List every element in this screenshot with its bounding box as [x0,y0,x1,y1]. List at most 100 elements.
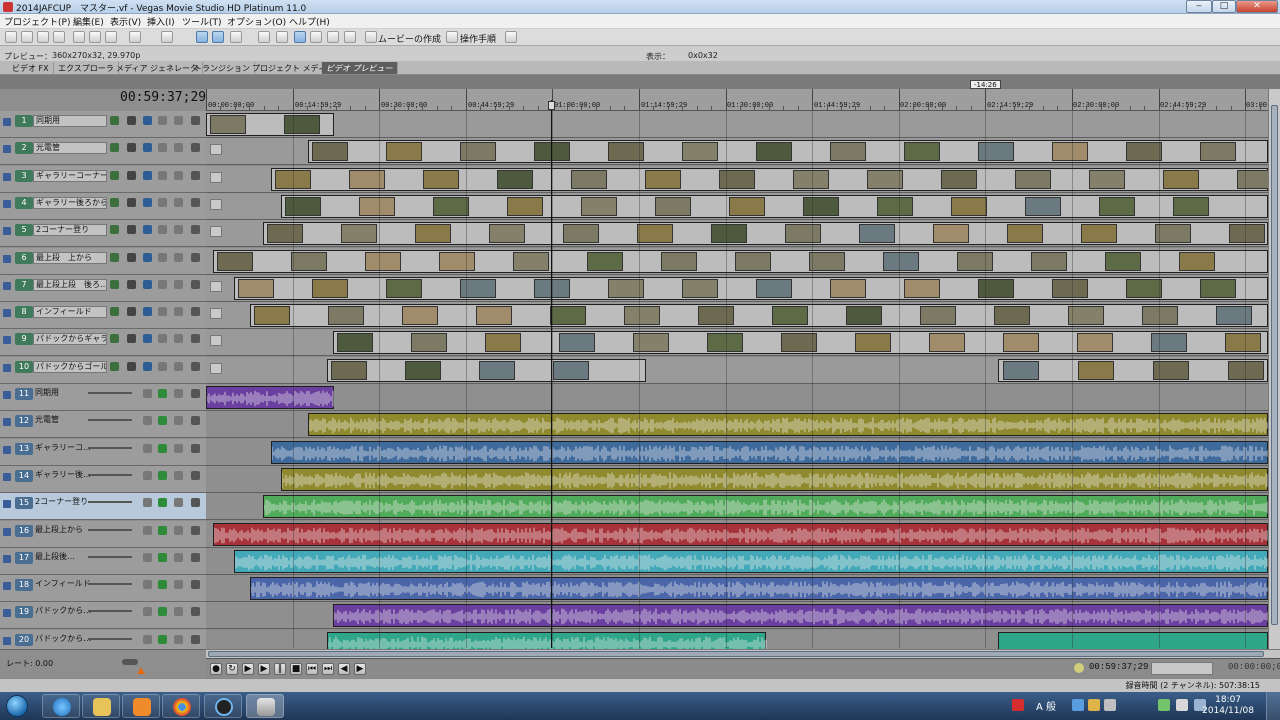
track-header[interactable]: 3 ギャラリーコーナー [0,165,206,193]
fx-icon[interactable] [158,443,167,453]
redo-icon[interactable] [161,31,173,43]
track-name[interactable]: 最上段後… [33,552,107,564]
track-lane[interactable] [206,493,1268,521]
motion-icon[interactable] [143,334,152,344]
mute-icon[interactable] [158,334,167,344]
mute-icon[interactable] [158,361,167,371]
volume-slider[interactable] [88,555,132,558]
fx-icon[interactable] [110,225,119,235]
vertical-scrollbar[interactable] [1268,89,1280,649]
clock[interactable]: 18:07 2014/11/08 [1202,695,1254,717]
track-grip-icon[interactable] [3,500,11,509]
track-grip-icon[interactable] [3,554,11,563]
media-clip[interactable] [998,358,1268,382]
make-movie-icon[interactable] [365,31,377,43]
solo-icon[interactable] [174,279,183,289]
track-header[interactable]: 9パドックからギャラリー [0,329,206,357]
menu-icon[interactable] [191,389,200,398]
track-header[interactable]: 10 パドックからゴール [0,356,206,384]
close-button[interactable]: ✕ [1236,0,1278,13]
track-grip-icon[interactable] [3,145,11,154]
menu-help[interactable]: ヘルプ(H) [289,15,330,28]
track-header[interactable]: 15 2コーナー登り [0,493,206,521]
media-clip[interactable] [308,140,1268,164]
go-to-end-icon[interactable]: ⏭ [322,663,334,675]
track-lane[interactable] [206,575,1268,603]
track-header[interactable]: 4 ギャラリー後ろから [0,192,206,220]
selection-tool-icon[interactable] [230,31,242,43]
volume-slider[interactable] [88,501,132,504]
menu-insert[interactable]: 挿入(I) [147,15,175,28]
media-clip[interactable] [333,604,1268,628]
menu-icon[interactable] [191,443,200,453]
menu-icon[interactable] [191,470,200,480]
track-name[interactable]: 同期用 [33,388,107,400]
ignore-grouping-icon[interactable] [327,31,339,43]
playhead-cursor[interactable] [551,100,552,648]
guide-button[interactable]: 操作手順 [460,32,496,45]
track-lane[interactable] [206,520,1268,548]
auto-crossfade-icon[interactable] [276,31,288,43]
solo-icon[interactable] [174,252,183,262]
solo-icon[interactable] [174,416,183,426]
fx-icon[interactable] [158,470,167,480]
tab-video-preview[interactable]: ビデオ プレビュー [322,62,398,74]
composite-icon[interactable] [127,116,136,125]
fx-icon[interactable] [110,252,119,262]
go-to-start-icon[interactable]: ⏮ [306,663,318,675]
make-movie-button[interactable]: ムービーの作成 [378,32,441,45]
guide-icon[interactable] [446,31,458,43]
fx-icon[interactable] [158,416,167,426]
track-lane[interactable] [206,220,1268,248]
media-clip[interactable] [308,413,1268,437]
track-name[interactable]: 同期用 [33,115,107,127]
solo-icon[interactable] [174,607,183,617]
mute-icon[interactable] [143,416,152,426]
fx-icon[interactable] [110,116,119,125]
menu-view[interactable]: 表示(V) [110,15,141,28]
composite-icon[interactable] [127,279,136,289]
track-name[interactable]: インフィールド [33,579,107,591]
media-clip[interactable] [271,440,1268,464]
media-clip[interactable] [250,304,1268,328]
previous-frame-icon[interactable]: ◀ [338,663,350,675]
next-frame-icon[interactable]: ▶ [354,663,366,675]
menu-icon[interactable] [191,252,200,262]
play-icon[interactable]: ▶ [258,663,270,675]
track-lane[interactable] [206,356,1268,384]
mute-icon[interactable] [158,170,167,180]
taskbar-vegas[interactable] [246,694,284,718]
solo-icon[interactable] [174,389,183,398]
mute-icon[interactable] [143,443,152,453]
maximize-button[interactable]: □ [1212,0,1236,13]
menu-icon[interactable] [191,498,200,508]
fx-icon[interactable] [110,170,119,180]
track-lane[interactable] [206,384,1268,411]
motion-icon[interactable] [143,143,152,153]
track-grip-icon[interactable] [3,472,11,481]
media-clip[interactable] [250,577,1268,601]
fx-icon[interactable] [110,361,119,371]
track-lane[interactable] [206,247,1268,275]
media-clip[interactable] [213,249,1268,273]
track-header[interactable]: 1 同期用 [0,111,206,138]
menu-tools[interactable]: ツール(T) [182,15,222,28]
pause-icon[interactable]: ‖ [274,663,286,675]
track-name[interactable]: パドックからゴール [33,360,107,373]
track-name[interactable]: 2コーナー登り [33,224,107,237]
composite-icon[interactable] [127,307,136,317]
properties-icon[interactable] [53,31,65,43]
menu-icon[interactable] [191,580,200,590]
solo-icon[interactable] [174,634,183,644]
track-lane[interactable] [206,165,1268,193]
tab-transitions[interactable]: トランジション [190,62,255,74]
mute-icon[interactable] [158,197,167,207]
tray-alert-icon[interactable] [1012,699,1024,711]
solo-icon[interactable] [174,143,183,153]
menu-icon[interactable] [191,279,200,289]
track-lane[interactable] [206,329,1268,357]
horizontal-scroll-thumb[interactable] [208,651,1264,657]
solo-icon[interactable] [174,470,183,480]
media-clip[interactable] [263,222,1268,246]
solo-icon[interactable] [174,116,183,125]
